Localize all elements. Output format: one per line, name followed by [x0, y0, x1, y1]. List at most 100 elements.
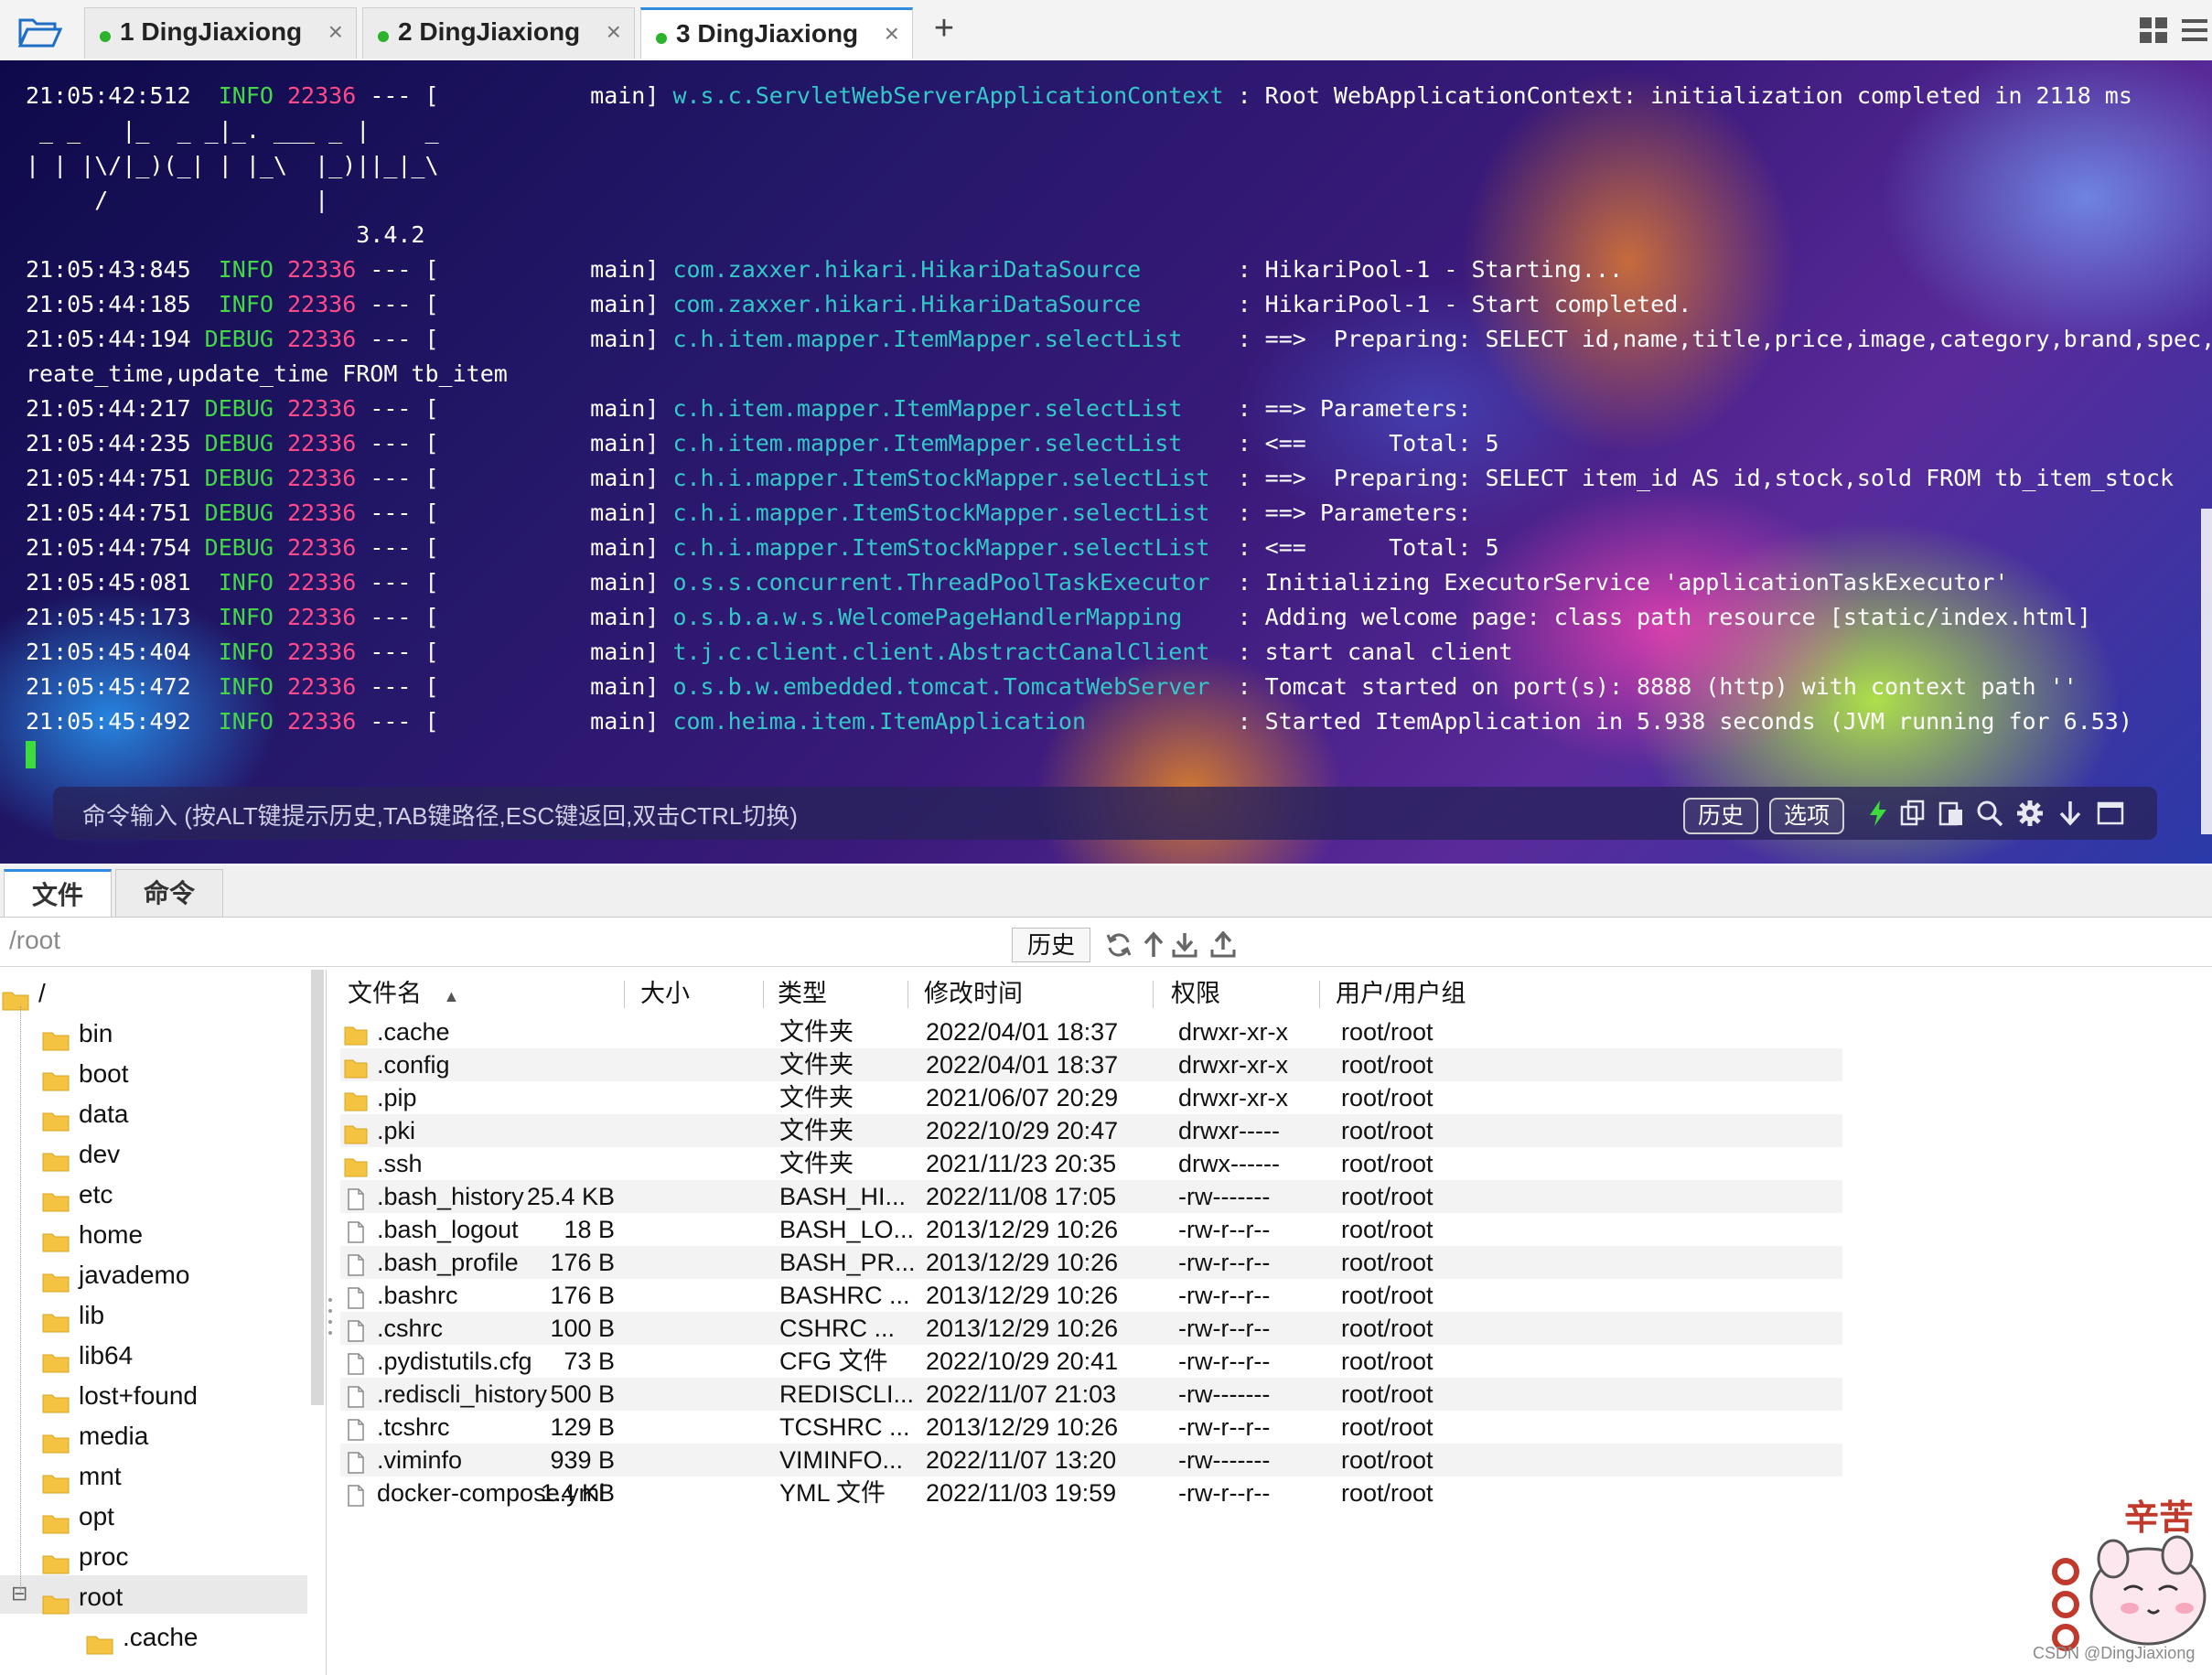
- file-row[interactable]: .bash_history 25.4 KB BASH_HI... 2022/11/08…: [340, 1180, 1842, 1213]
- file-row[interactable]: .cshrc 100 B CSHRC ... 2013/12/29 10:26 -rw-…: [340, 1312, 1842, 1345]
- folder-icon: [42, 1586, 70, 1615]
- column-divider[interactable]: [624, 981, 625, 1008]
- column-header-type[interactable]: 类型: [778, 975, 827, 1012]
- log-text: / |: [26, 187, 329, 213]
- terminal-panel[interactable]: 21:05:42:512 INFO 22336 --- [ main] w.s.…: [0, 60, 2212, 864]
- file-permissions: -rw-------: [1178, 1183, 1271, 1210]
- log-line: 21:05:45:492 INFO 22336 --- [ main] com.…: [26, 704, 2212, 739]
- file-row[interactable]: .config 文件夹 2022/04/01 18:37 drwxr-xr-x root…: [340, 1048, 1842, 1081]
- log-text: --- [ main]: [356, 569, 673, 596]
- lightning-icon[interactable]: [1864, 800, 1892, 827]
- file-row[interactable]: .bash_profile 176 B BASH_PR... 2013/12/29 1…: [340, 1246, 1842, 1279]
- command-input-bar[interactable]: 命令输入 (按ALT键提示历史,TAB键路径,ESC键返回,双击CTRL切换) …: [53, 787, 2157, 840]
- up-directory-icon[interactable]: [1140, 931, 1167, 959]
- column-header-owner[interactable]: 用户/用户组: [1336, 975, 1466, 1012]
- file-row[interactable]: .rediscli_history 500 B REDISCLI... 2022/11…: [340, 1378, 1842, 1411]
- file-row[interactable]: .pki 文件夹 2022/10/29 20:47 drwxr----- root/ro…: [340, 1114, 1842, 1147]
- command-input[interactable]: 命令输入 (按ALT键提示历史,TAB键路径,ESC键返回,双击CTRL切换): [82, 798, 798, 832]
- log-text: --- [ main]: [356, 82, 673, 109]
- file-size: 25.4 KB: [526, 1183, 615, 1210]
- log-info: INFO: [218, 639, 274, 665]
- download-file-icon[interactable]: [1171, 931, 1198, 959]
- column-header-permissions[interactable]: 权限: [1171, 975, 1220, 1012]
- column-divider[interactable]: [907, 981, 908, 1008]
- log-text: 21:05:45:472: [26, 673, 219, 700]
- log-text: : Initializing ExecutorService 'applicat…: [1223, 569, 2009, 596]
- file-type: 文件夹: [779, 1018, 854, 1046]
- file-size: 129 B: [550, 1413, 615, 1441]
- log-text: : Started ItemApplication in 5.938 secon…: [1223, 708, 2132, 735]
- log-line: / |: [26, 183, 2212, 218]
- file-row[interactable]: docker-compose.yml 1.4 KB YML 文件 2022/11/03…: [340, 1476, 1842, 1509]
- copy-icon[interactable]: [1899, 800, 1927, 827]
- close-icon[interactable]: ×: [328, 17, 343, 47]
- file-modified: 2022/04/01 18:37: [926, 1051, 1119, 1079]
- log-text: : Tomcat started on port(s): 8888 (http)…: [1223, 673, 2078, 700]
- path-input[interactable]: /root: [9, 926, 60, 955]
- column-divider[interactable]: [1319, 981, 1320, 1008]
- log-text: --- [ main]: [356, 708, 673, 735]
- folder-icon: [344, 1120, 368, 1144]
- file-row[interactable]: .cache 文件夹 2022/04/01 18:37 drwxr-xr-x root/…: [340, 1015, 1842, 1048]
- file-permissions: drwxr-----: [1178, 1117, 1280, 1144]
- pane-splitter[interactable]: [328, 1294, 333, 1346]
- refresh-icon[interactable]: [1105, 931, 1133, 959]
- log-debug: DEBUG: [204, 430, 274, 456]
- file-row[interactable]: .ssh 文件夹 2021/11/23 20:35 drwx------ root/ro…: [340, 1147, 1842, 1180]
- session-tab-2[interactable]: 2 DingJiaxiong ×: [362, 7, 635, 59]
- options-button[interactable]: 选项: [1769, 798, 1845, 834]
- download-icon[interactable]: [2056, 800, 2084, 827]
- log-text: : ==> Parameters:: [1223, 499, 1486, 526]
- file-row[interactable]: .viminfo 939 B VIMINFO... 2022/11/07 13:20-…: [340, 1444, 1842, 1476]
- layout-grid-icon[interactable]: [2139, 16, 2168, 44]
- log-text: 21:05:45:492: [26, 708, 219, 735]
- search-icon[interactable]: [1976, 800, 2003, 827]
- tree-scrollbar[interactable]: [311, 970, 324, 1405]
- file-type: REDISCLI...: [779, 1380, 915, 1408]
- file-row[interactable]: .pip 文件夹 2021/06/07 20:29 drwxr-xr-x root/ro…: [340, 1081, 1842, 1114]
- column-header-name[interactable]: 文件名 ▲: [348, 975, 459, 1015]
- file-owner: root/root: [1341, 1084, 1434, 1111]
- log-text: 21:05:45:173: [26, 604, 219, 630]
- log-line: 21:05:44:235 DEBUG 22336 --- [ main] c.h…: [26, 426, 2212, 461]
- folder-open-icon[interactable]: [16, 13, 64, 49]
- log-text: : Root WebApplicationContext: initializa…: [1223, 82, 2132, 109]
- close-icon[interactable]: ×: [885, 19, 899, 48]
- paste-icon[interactable]: [1938, 800, 1965, 827]
- column-divider[interactable]: [1153, 981, 1154, 1008]
- close-icon[interactable]: ×: [607, 17, 621, 47]
- tab-commands[interactable]: 命令: [115, 869, 223, 917]
- window-icon[interactable]: [2097, 800, 2124, 827]
- column-header-size[interactable]: 大小: [640, 975, 690, 1012]
- file-name: .cache: [377, 1018, 450, 1046]
- menu-icon[interactable]: [2182, 16, 2207, 44]
- log-text: 3.4.2: [26, 221, 425, 248]
- file-row[interactable]: .bash_logout 18 B BASH_LO... 2013/12/29 10:…: [340, 1213, 1842, 1246]
- log-debug: DEBUG: [204, 499, 274, 526]
- session-tab-1[interactable]: 1 DingJiaxiong ×: [84, 7, 357, 59]
- file-row[interactable]: .pydistutils.cfg 73 B CFG 文件 2022/10/29 20:…: [340, 1345, 1842, 1378]
- log-text: --- [ main]: [356, 534, 673, 561]
- session-tab-label: 3 DingJiaxiong: [676, 19, 859, 48]
- file-row[interactable]: .bashrc 176 B BASHRC ... 2013/12/29 10:26 -r…: [340, 1279, 1842, 1312]
- terminal-scrollbar[interactable]: [2201, 509, 2212, 834]
- tree-item-label: bin: [79, 1019, 113, 1047]
- tab-files[interactable]: 文件: [4, 869, 112, 917]
- add-tab-icon[interactable]: +: [926, 9, 962, 48]
- session-tab-3[interactable]: 3 DingJiaxiong ×: [640, 7, 913, 59]
- file-size: 939 B: [550, 1446, 615, 1474]
- log-logger: com.zaxxer.hikari.HikariDataSource: [672, 291, 1224, 317]
- gear-icon[interactable]: [2016, 800, 2044, 827]
- upload-file-icon[interactable]: [1209, 931, 1237, 959]
- column-header-modified[interactable]: 修改时间: [924, 975, 1023, 1012]
- path-history-button[interactable]: 历史: [1012, 928, 1090, 962]
- folder-icon: [42, 1305, 70, 1333]
- folder-icon: [42, 1023, 70, 1051]
- history-button[interactable]: 历史: [1683, 798, 1759, 834]
- column-divider[interactable]: [763, 981, 764, 1008]
- file-row[interactable]: .tcshrc 129 B TCSHRC ... 2013/12/29 10:26 -r…: [340, 1411, 1842, 1444]
- log-line: 21:05:45:472 INFO 22336 --- [ main] o.s.…: [26, 670, 2212, 704]
